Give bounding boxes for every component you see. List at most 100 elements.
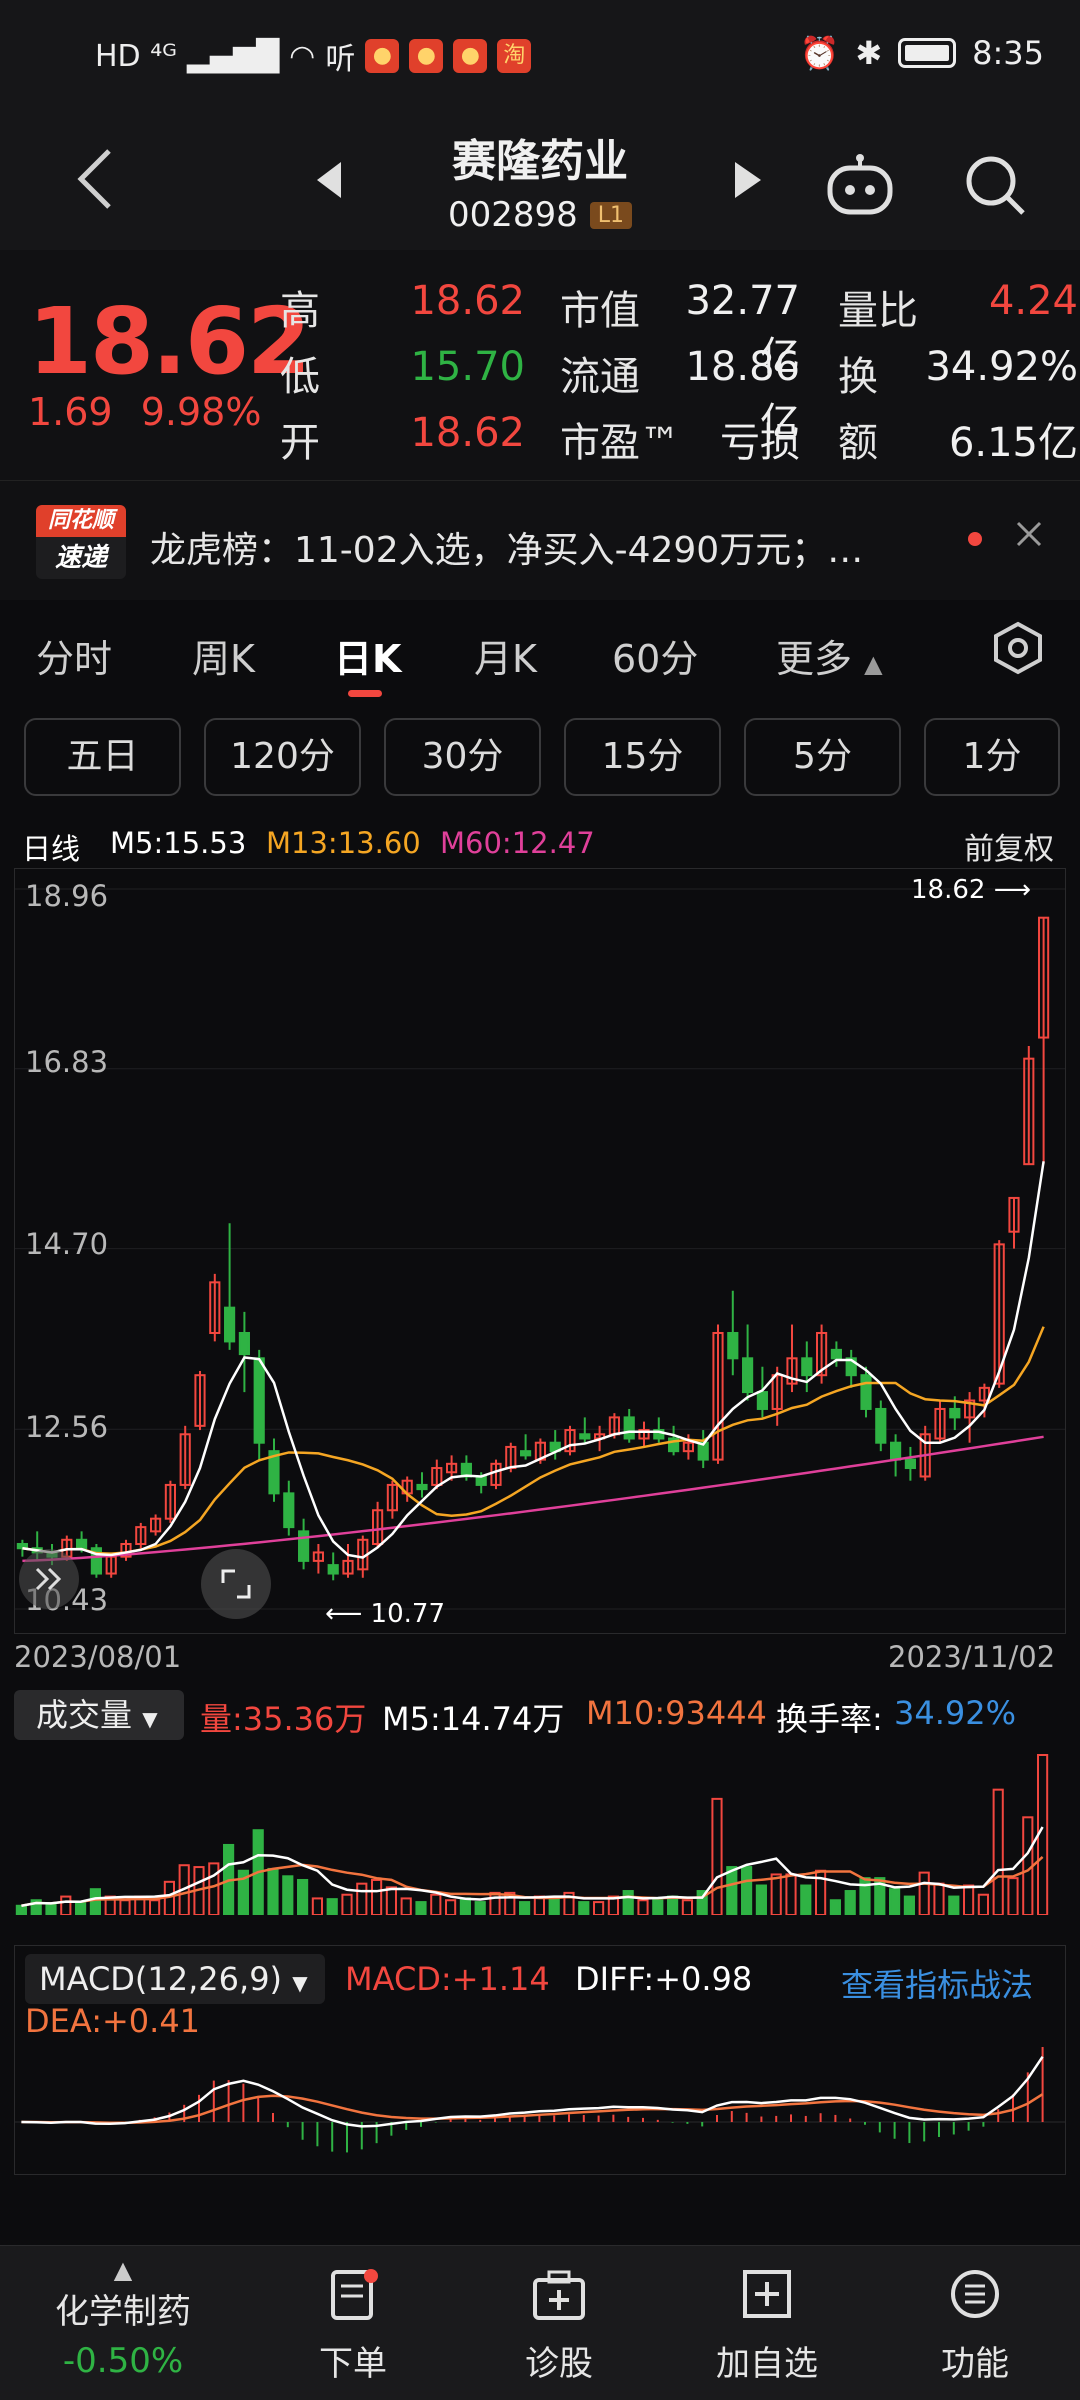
dropdown-triangle-icon: ▼ [292, 1971, 308, 1995]
period-30min-button[interactable]: 30分 [384, 718, 541, 796]
volume-chart [15, 1754, 1049, 1915]
volume-indicator-selector[interactable]: 成交量 ▼ [14, 1690, 184, 1740]
candle-body [742, 1357, 754, 1394]
order-document-icon [331, 2269, 378, 2320]
news-close-button[interactable] [1012, 517, 1052, 557]
tab-daily[interactable]: 日K [334, 628, 401, 683]
candle-body [416, 1483, 428, 1491]
macd-chart [14, 2047, 1066, 2153]
amount-value: 6.15亿 [948, 420, 1078, 466]
candle-body [727, 1331, 739, 1360]
double-chevron-icon [35, 1567, 62, 1591]
volume-bar [844, 1890, 856, 1915]
candle-body [253, 1357, 265, 1444]
volume-bar [992, 1788, 1004, 1915]
kline-chart[interactable]: 18.96 16.83 14.70 12.56 10.43 18.62 ⟶ ⟵ … [14, 868, 1066, 1634]
clock: 8:35 [972, 34, 1044, 72]
volume-m5: M5:14.74万 [382, 1700, 565, 1738]
back-button[interactable] [60, 139, 130, 219]
volume-bar [119, 1899, 131, 1915]
diff-value: DIFF:+0.98 [575, 1960, 753, 1998]
macd-selector-label: MACD(12,26,9) [39, 1960, 283, 1998]
volume-bar [445, 1899, 457, 1915]
nav-add-watchlist[interactable]: 加自选 [692, 2268, 842, 2385]
turnover-rate-label: 换手率: [776, 1700, 883, 1738]
candle-body [475, 1475, 487, 1486]
news-ticker[interactable]: 同花顺 速递 龙虎榜：11-02入选，净买入-4290万元；… [0, 480, 1080, 600]
amount-label: 额 [838, 420, 878, 466]
line-type-label: 日线 [22, 832, 81, 866]
fullscreen-button[interactable] [201, 1549, 271, 1619]
volume-bar [578, 1901, 590, 1915]
x-end-date: 2023/11/02 [888, 1640, 1056, 1674]
volume-selector-label: 成交量 [36, 1696, 133, 1734]
period-120min-button[interactable]: 120分 [204, 718, 361, 796]
nav-order[interactable]: 下单 [278, 2268, 428, 2385]
volume-bar [741, 1866, 753, 1915]
volume-bar [889, 1888, 901, 1915]
volume-bar [903, 1895, 915, 1915]
stock-code-row: 002898 L1 [340, 195, 740, 235]
y-tick-label: 18.96 [25, 879, 109, 913]
volume-bar [726, 1866, 738, 1915]
status-left: HD ⁴ᴳ ▂▄▆█ ◠ 听 ● ● ● 淘 [95, 34, 532, 78]
volume-bar [593, 1901, 605, 1915]
tab-60min[interactable]: 60分 [612, 628, 698, 683]
back-chevron-icon [77, 149, 111, 209]
dea-line [21, 2093, 1044, 2125]
status-right: ⏰ ✱ 8:35 [799, 34, 1044, 72]
volume-bar [755, 1884, 767, 1915]
dea-value: DEA:+0.41 [25, 2002, 201, 2040]
volume-bar [519, 1901, 531, 1915]
current-price: 18.62 [28, 288, 311, 395]
strategy-link[interactable]: 查看指标战法 [841, 1960, 1033, 2006]
close-icon [1016, 521, 1042, 547]
period-15min-button[interactable]: 15分 [564, 718, 721, 796]
next-stock-button[interactable] [728, 155, 768, 205]
nav-functions[interactable]: 功能 [900, 2268, 1050, 2385]
min-price-value: 10.77 [370, 1599, 445, 1629]
period-5min-button[interactable]: 5分 [744, 718, 901, 796]
candle-body [76, 1538, 88, 1550]
price-adjust-toggle[interactable]: 前复权 [964, 824, 1054, 868]
triangle-up-icon: ▲ [113, 2256, 133, 2284]
search-button[interactable] [955, 145, 1035, 225]
candle-body [224, 1306, 236, 1343]
volume-bar [977, 1893, 989, 1915]
tab-intraday[interactable]: 分时 [36, 628, 112, 683]
volume-bar [45, 1902, 57, 1915]
low-label: 低 [280, 354, 320, 400]
candle-body [890, 1441, 902, 1461]
search-icon [966, 156, 1025, 215]
candle-body [756, 1391, 768, 1410]
news-logo-bottom: 速递 [36, 537, 126, 579]
news-text[interactable]: 龙虎榜：11-02入选，净买入-4290万元；… [150, 521, 950, 573]
robot-assistant-button[interactable] [820, 145, 900, 225]
turnover-value: 34.92% [925, 344, 1078, 390]
candle-body [238, 1331, 250, 1356]
sector-button[interactable]: ▲ 化学制药 -0.50% [48, 2256, 198, 2381]
period-5day-button[interactable]: 五日 [24, 718, 181, 796]
volume-bar [371, 1878, 383, 1915]
diagnose-case-icon [533, 2270, 585, 2320]
collapse-sidebar-button[interactable] [19, 1549, 79, 1609]
macd-indicator-selector[interactable]: MACD(12,26,9) ▼ [25, 1954, 325, 2004]
volume-bar [652, 1899, 664, 1915]
nav-diagnose[interactable]: 诊股 [484, 2268, 634, 2385]
y-tick-label: 12.56 [25, 1410, 109, 1444]
volume-bar [667, 1895, 679, 1915]
volume-bar [267, 1867, 279, 1915]
nav-add-watchlist-label: 加自选 [716, 2344, 818, 2384]
volume-ratio-value: 4.24 [988, 278, 1078, 324]
period-1min-button[interactable]: 1分 [924, 718, 1060, 796]
signal-icon: ▂▄▆█ [186, 38, 280, 74]
y-tick-label: 16.83 [25, 1045, 109, 1079]
volume-bar [89, 1888, 101, 1915]
chart-settings-button[interactable] [990, 620, 1050, 680]
volume-bar [948, 1895, 960, 1915]
tab-weekly[interactable]: 周K [192, 628, 255, 683]
x-start-date: 2023/08/01 [14, 1640, 182, 1674]
tab-more[interactable]: 更多 ▲ [776, 628, 883, 683]
triangle-right-icon [735, 162, 761, 198]
tab-monthly[interactable]: 月K [474, 628, 537, 683]
